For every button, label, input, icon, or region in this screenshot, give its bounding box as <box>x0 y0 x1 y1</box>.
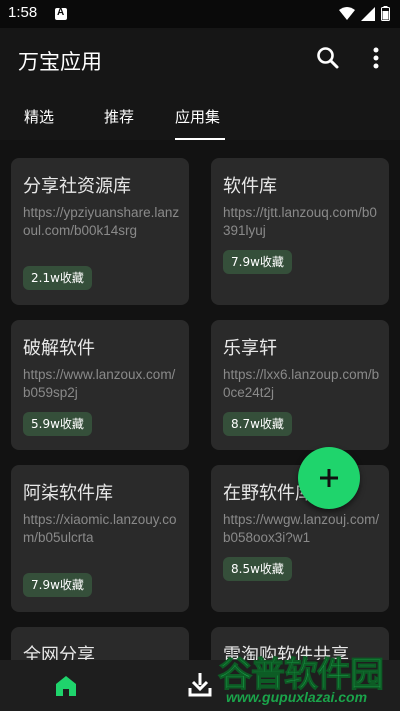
favorites-badge: 8.5w收藏 <box>223 557 292 581</box>
search-button[interactable] <box>314 44 342 72</box>
card-url: https://www.lanzoux.com/b059sp2j <box>23 367 176 400</box>
card-url: https://wwgw.lanzouj.com/b058oox3i?w1 <box>223 512 380 545</box>
tab-recommended[interactable]: 推荐 <box>104 106 134 127</box>
card-title: 破解软件 <box>23 338 95 359</box>
favorites-badge: 7.9w收藏 <box>23 573 92 597</box>
download-icon <box>188 673 212 697</box>
wifi-icon <box>339 6 355 20</box>
status-time: 1:58 <box>8 4 38 21</box>
card-title: 全网分享 <box>23 645 95 660</box>
watermark: 谷普软件园 www.gupuxlazai.com <box>218 645 400 711</box>
card-title: 乐享轩 <box>223 338 277 359</box>
collection-grid: 分享社资源库 https://ypziyuanshare.lanzoul.com… <box>0 140 400 660</box>
collection-card[interactable]: 全网分享 <box>11 627 189 660</box>
tab-bar: 精选 推荐 应用集 <box>0 90 400 140</box>
tab-featured[interactable]: 精选 <box>24 106 54 127</box>
card-title: 软件库 <box>223 176 277 197</box>
signal-icon <box>361 6 375 21</box>
favorites-badge: 5.9w收藏 <box>23 412 92 436</box>
notification-icon <box>55 7 67 20</box>
watermark-url: www.gupuxlazai.com <box>226 689 368 705</box>
card-title: 分享社资源库 <box>23 176 131 197</box>
more-vert-icon <box>373 47 379 69</box>
add-icon <box>320 469 338 487</box>
card-url: https://lxx6.lanzoup.com/b0ce24t2j <box>223 367 380 400</box>
status-icons <box>339 6 390 21</box>
tab-app-collections[interactable]: 应用集 <box>175 106 220 127</box>
collection-card[interactable]: 乐享轩 https://lxx6.lanzoup.com/b0ce24t2j 8… <box>211 320 389 450</box>
search-icon <box>317 47 339 69</box>
favorites-badge: 8.7w收藏 <box>223 412 292 436</box>
collection-card[interactable]: 分享社资源库 https://ypziyuanshare.lanzoul.com… <box>11 158 189 305</box>
collection-card[interactable]: 阿柒软件库 https://xiaomic.lanzouy.com/b05ulc… <box>11 465 189 612</box>
app-title: 万宝应用 <box>18 50 102 74</box>
nav-download[interactable] <box>186 670 214 698</box>
collection-card[interactable]: 软件库 https://tjtt.lanzouq.com/b0391lyuj 7… <box>211 158 389 305</box>
card-url: https://ypziyuanshare.lanzoul.com/b00k14… <box>23 205 180 238</box>
favorites-badge: 7.9w收藏 <box>223 250 292 274</box>
card-url: https://tjtt.lanzouq.com/b0391lyuj <box>223 205 377 238</box>
add-collection-fab[interactable] <box>298 447 360 509</box>
card-title: 阿柒软件库 <box>23 483 113 504</box>
card-url: https://xiaomic.lanzouy.com/b05ulcrta <box>23 512 177 545</box>
nav-home[interactable] <box>52 672 80 700</box>
app-bar: 万宝应用 <box>0 28 400 90</box>
status-bar: 1:58 <box>0 0 400 28</box>
favorites-badge: 2.1w收藏 <box>23 266 92 290</box>
more-options-button[interactable] <box>364 44 388 72</box>
collection-card[interactable]: 破解软件 https://www.lanzoux.com/b059sp2j 5.… <box>11 320 189 450</box>
home-icon <box>56 676 76 696</box>
battery-icon <box>381 6 390 21</box>
